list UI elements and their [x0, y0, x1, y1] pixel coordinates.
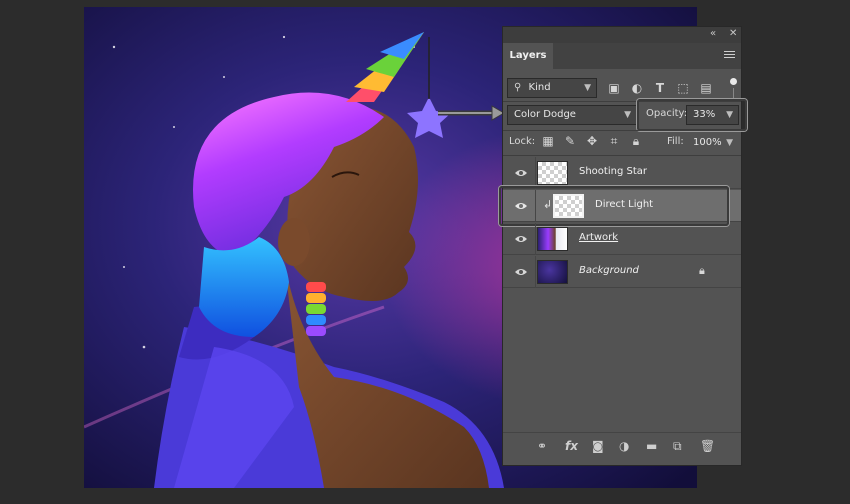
- eye-icon[interactable]: [514, 234, 528, 244]
- callout-arrow: [438, 105, 505, 121]
- divider: [503, 130, 741, 131]
- filter-toggle[interactable]: [730, 78, 737, 85]
- tab-layers[interactable]: Layers: [503, 43, 553, 69]
- adjustment-layer-icon[interactable]: ◑: [619, 439, 629, 453]
- chevron-down-icon: ▼: [584, 83, 591, 93]
- layer-name[interactable]: Artwork: [579, 232, 618, 243]
- layer-row-background[interactable]: Background 🔒︎: [503, 256, 741, 288]
- lock-label: Lock:: [509, 136, 536, 147]
- adjustment-filter-icon[interactable]: ◐: [630, 81, 644, 95]
- layer-row-artwork[interactable]: Artwork: [503, 223, 741, 255]
- blend-mode-value: Color Dodge: [514, 109, 576, 120]
- smart-object-filter-icon[interactable]: ▤: [699, 81, 713, 95]
- search-icon: ⚲: [514, 82, 522, 93]
- fill-field[interactable]: 100% ▼: [686, 133, 739, 153]
- layer-thumbnail[interactable]: [537, 227, 568, 251]
- layer-thumbnail[interactable]: [537, 260, 568, 284]
- divider: [503, 155, 741, 156]
- filter-kind-label: Kind: [528, 82, 551, 93]
- new-group-icon[interactable]: ▬: [646, 439, 657, 453]
- fill-value: 100%: [693, 137, 722, 148]
- layer-name[interactable]: Background: [579, 265, 639, 276]
- eye-divider: [535, 157, 536, 189]
- trash-icon[interactable]: 🗑︎: [700, 439, 715, 453]
- layer-lock-icon[interactable]: 🔒︎: [699, 264, 705, 278]
- link-layers-icon[interactable]: ⚭: [537, 439, 547, 453]
- blend-mode-dropdown[interactable]: Color Dodge ▼: [507, 105, 637, 125]
- lock-position-icon[interactable]: ✥: [585, 134, 599, 148]
- close-panel-button[interactable]: ✕: [729, 28, 737, 39]
- lock-transparent-pixels-icon[interactable]: ▦: [541, 134, 555, 148]
- chevron-down-icon: ▼: [726, 138, 733, 148]
- eye-icon[interactable]: [514, 267, 528, 277]
- layer-name[interactable]: Shooting Star: [579, 166, 647, 177]
- lock-image-pixels-icon[interactable]: ✎: [563, 134, 577, 148]
- rainbow-earring: [306, 282, 326, 336]
- filter-kind-dropdown[interactable]: ⚲ Kind ▼: [507, 78, 597, 98]
- opacity-callout-frame: [637, 99, 747, 131]
- panel-menu-icon[interactable]: [724, 49, 735, 60]
- chevron-down-icon: ▼: [624, 110, 631, 120]
- fill-label: Fill:: [667, 136, 684, 147]
- new-layer-icon[interactable]: ⧉: [673, 439, 682, 453]
- layer-row-direct-light[interactable]: ↲ Direct Light: [499, 186, 741, 226]
- shape-filter-icon[interactable]: ⬚: [676, 81, 690, 95]
- layer-row-shooting-star[interactable]: Shooting Star: [503, 157, 741, 189]
- selected-layer-callout-frame: [499, 186, 729, 226]
- image-filter-icon[interactable]: ▣: [607, 81, 621, 95]
- type-filter-icon[interactable]: T: [653, 81, 667, 95]
- eye-divider: [535, 256, 536, 288]
- lock-all-icon[interactable]: 🔒︎: [629, 134, 643, 148]
- panel-titlebar: « ✕: [503, 27, 741, 43]
- collapse-panel-button[interactable]: «: [710, 28, 716, 39]
- artboard-lock-icon[interactable]: ⌗: [607, 134, 621, 148]
- fx-icon[interactable]: fx: [565, 439, 578, 453]
- add-mask-icon[interactable]: ◙: [592, 439, 604, 453]
- layers-panel: « ✕ Layers ⚲ Kind ▼ ▣ ◐ T ⬚ ▤ Color Dodg…: [499, 26, 747, 466]
- eye-icon[interactable]: [514, 168, 528, 178]
- layer-thumbnail[interactable]: [537, 161, 568, 185]
- eye-divider: [535, 223, 536, 255]
- layers-footer-toolbar: ⚭ fx ◙ ◑ ▬ ⧉ 🗑︎: [503, 432, 741, 459]
- panel-tabbar: Layers: [503, 43, 741, 69]
